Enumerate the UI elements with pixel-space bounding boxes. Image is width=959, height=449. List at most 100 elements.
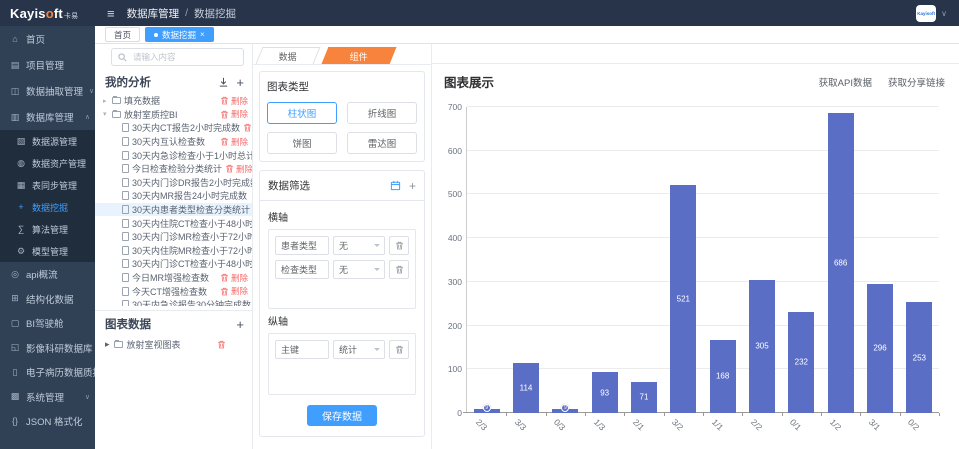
chart-type-柱状图[interactable]: 柱状图 xyxy=(267,102,337,124)
brand-logo[interactable]: Kayisoft卡易 xyxy=(0,6,95,21)
sidebar-item-结构化数据[interactable]: ⊞结构化数据 xyxy=(0,287,95,312)
sidebar-item-表同步管理[interactable]: ▦表同步管理 xyxy=(0,174,95,196)
config-tab-数据[interactable]: 数据 xyxy=(256,47,321,64)
sidebar-item-电子病历数据质控[interactable]: ▯电子病历数据质控 xyxy=(0,360,95,385)
sidebar-item-数据库管理[interactable]: ▥数据库管理∧ xyxy=(0,104,95,130)
export-icon[interactable] xyxy=(218,77,229,88)
chevron-up-icon: ∧ xyxy=(85,113,90,121)
tree-item[interactable]: 30天内住院MR检查小于72小时总计 xyxy=(95,244,252,258)
breadcrumb-parent[interactable]: 数据库管理 xyxy=(127,6,180,21)
delete-view-button[interactable] xyxy=(217,340,226,349)
avatar[interactable]: Kayisoft xyxy=(916,5,936,22)
tab-home[interactable]: 首页 xyxy=(105,27,140,42)
delete-button[interactable]: 删除 xyxy=(220,108,250,120)
axis-field-row: 主键统计 xyxy=(275,340,409,359)
my-analysis-header: 我的分析 + xyxy=(95,69,252,94)
config-tab-组件[interactable]: 组件 xyxy=(322,47,397,64)
sidebar-item-BI驾驶舱[interactable]: ▢BI驾驶舱 xyxy=(0,311,95,336)
remove-field-button[interactable] xyxy=(389,260,409,279)
axis-field-input[interactable]: 检查类型 xyxy=(275,260,329,279)
remove-field-button[interactable] xyxy=(389,236,409,255)
sidebar-item-数据资产管理[interactable]: ◍数据资产管理 xyxy=(0,152,95,174)
x-tick-label: 2/1 xyxy=(631,417,646,432)
sidebar-item-数据源管理[interactable]: ▧数据源管理 xyxy=(0,130,95,152)
sidebar-item-数据挖掘[interactable]: +数据挖掘 xyxy=(0,196,95,218)
tree-item[interactable]: 今日检查检验分类统计删除 xyxy=(95,162,252,176)
close-icon[interactable]: × xyxy=(200,30,205,39)
chart-view-item[interactable]: ▸放射室视图表 xyxy=(95,336,252,352)
user-menu[interactable]: Kayisoft ∨ xyxy=(916,5,947,22)
chart-type-饼图[interactable]: 饼图 xyxy=(267,132,337,154)
sidebar-item-首页[interactable]: ⌂首页 xyxy=(0,26,95,52)
sidebar-item-系统管理[interactable]: ▩系统管理∨ xyxy=(0,385,95,410)
tree-item[interactable]: 30天内CT报告2小时完成数删除 xyxy=(95,121,252,135)
search-input[interactable] xyxy=(131,51,237,63)
hamburger-icon[interactable]: ≡ xyxy=(107,7,115,20)
sidebar-item-项目管理[interactable]: ▤项目管理 xyxy=(0,52,95,78)
delete-button[interactable]: 删除 xyxy=(220,95,250,107)
delete-button[interactable]: 删除 xyxy=(243,122,252,134)
tree-item-label: 今日MR增强检查数 xyxy=(132,271,209,284)
tree-item[interactable]: 30天内门诊MR检查小于72小时总计 xyxy=(95,230,252,244)
delete-button[interactable]: 删除 xyxy=(220,285,250,297)
tree-item[interactable]: 30天内急诊报告30分钟完成数 xyxy=(95,298,252,306)
breadcrumb-separator: / xyxy=(185,7,188,19)
tree-item[interactable]: 30天内门诊CT检查小于48小时总计 xyxy=(95,257,252,271)
save-data-button[interactable]: 保存数据 xyxy=(307,405,377,426)
chart-type-雷达图[interactable]: 雷达图 xyxy=(347,132,417,154)
sidebar-item-JSON 格式化[interactable]: {}JSON 格式化 xyxy=(0,409,95,434)
add-filter-button[interactable]: + xyxy=(409,180,416,192)
tree-item[interactable]: 今天CT增强检查数删除 xyxy=(95,284,252,298)
x-axis-title: 横轴 xyxy=(268,209,416,224)
x-tick-label: 0/1 xyxy=(788,417,803,432)
x-tick-mark xyxy=(664,413,665,416)
x-tick-mark xyxy=(703,413,704,416)
axis-agg-select[interactable]: 统计 xyxy=(333,340,385,359)
tree-item[interactable]: 今日MR增强检查数删除 xyxy=(95,271,252,285)
tree-item[interactable]: 30天内急诊检查小于1小时总计 xyxy=(95,148,252,162)
sidebar-item-影像科研数据库[interactable]: ◱影像科研数据库 xyxy=(0,336,95,361)
tree-item[interactable]: 30天内患者类型检查分类统计 xyxy=(95,203,252,217)
chart-views-section: 图表数据 + ▸放射室视图表 xyxy=(95,310,252,352)
config-tabs: 数据组件 xyxy=(253,44,431,65)
delete-button[interactable]: 删除 xyxy=(220,272,250,284)
add-analysis-button[interactable]: + xyxy=(236,76,244,89)
tab-data-mining[interactable]: 数据挖掘 × xyxy=(145,27,214,42)
axis-field-input[interactable]: 主键 xyxy=(275,340,329,359)
axis-agg-select[interactable]: 无 xyxy=(333,260,385,279)
emr-icon: ▯ xyxy=(10,367,20,378)
bar-value-label: 521 xyxy=(677,295,690,304)
calendar-icon[interactable] xyxy=(390,180,401,191)
add-view-button[interactable]: + xyxy=(236,318,244,331)
delete-button[interactable]: 删除 xyxy=(220,136,250,148)
sidebar-item-模型管理[interactable]: ⚙模型管理 xyxy=(0,240,95,262)
logo-o: o xyxy=(46,6,54,21)
x-tick-label: 2/2 xyxy=(749,417,764,432)
tree-item[interactable]: 30天内门诊DR报告2小时完成数 xyxy=(95,176,252,190)
get-share-link[interactable]: 获取分享链接 xyxy=(888,75,945,89)
chart-type-折线图[interactable]: 折线图 xyxy=(347,102,417,124)
sidebar-item-算法管理[interactable]: ∑算法管理 xyxy=(0,218,95,240)
tree-item[interactable]: ▸填充数据删除 xyxy=(95,94,252,108)
logo-text: Kayis xyxy=(10,6,46,21)
axis-agg-select[interactable]: 无 xyxy=(333,236,385,255)
file-icon xyxy=(122,164,129,173)
get-api-data-link[interactable]: 获取API数据 xyxy=(819,75,872,89)
delete-label: 删除 xyxy=(231,136,248,148)
data-filter-card: 数据筛选 + xyxy=(259,170,425,437)
tree-item[interactable]: 30天内MR报告24小时完成数 xyxy=(95,189,252,203)
tree-item[interactable]: 30天内住院CT检查小于48小时总计 xyxy=(95,216,252,230)
delete-button[interactable]: 删除 xyxy=(225,163,252,175)
sidebar-item-api概流[interactable]: ◎api概流 xyxy=(0,262,95,287)
delete-label: 删除 xyxy=(231,108,248,120)
tree-item[interactable]: ▾放射室质控BI删除 xyxy=(95,108,252,122)
y-tick-label: 100 xyxy=(448,364,462,374)
chevron-down-icon xyxy=(374,268,380,274)
tree-item[interactable]: 30天内互认检查数删除 xyxy=(95,135,252,149)
sidebar-item-数据抽取管理[interactable]: ◫数据抽取管理∨ xyxy=(0,78,95,104)
x-tick-label: 1/3 xyxy=(592,417,607,432)
remove-field-button[interactable] xyxy=(389,340,409,359)
sidebar-item-label: 影像科研数据库 xyxy=(26,341,93,355)
caret-icon: ▸ xyxy=(105,339,110,350)
axis-field-input[interactable]: 患者类型 xyxy=(275,236,329,255)
